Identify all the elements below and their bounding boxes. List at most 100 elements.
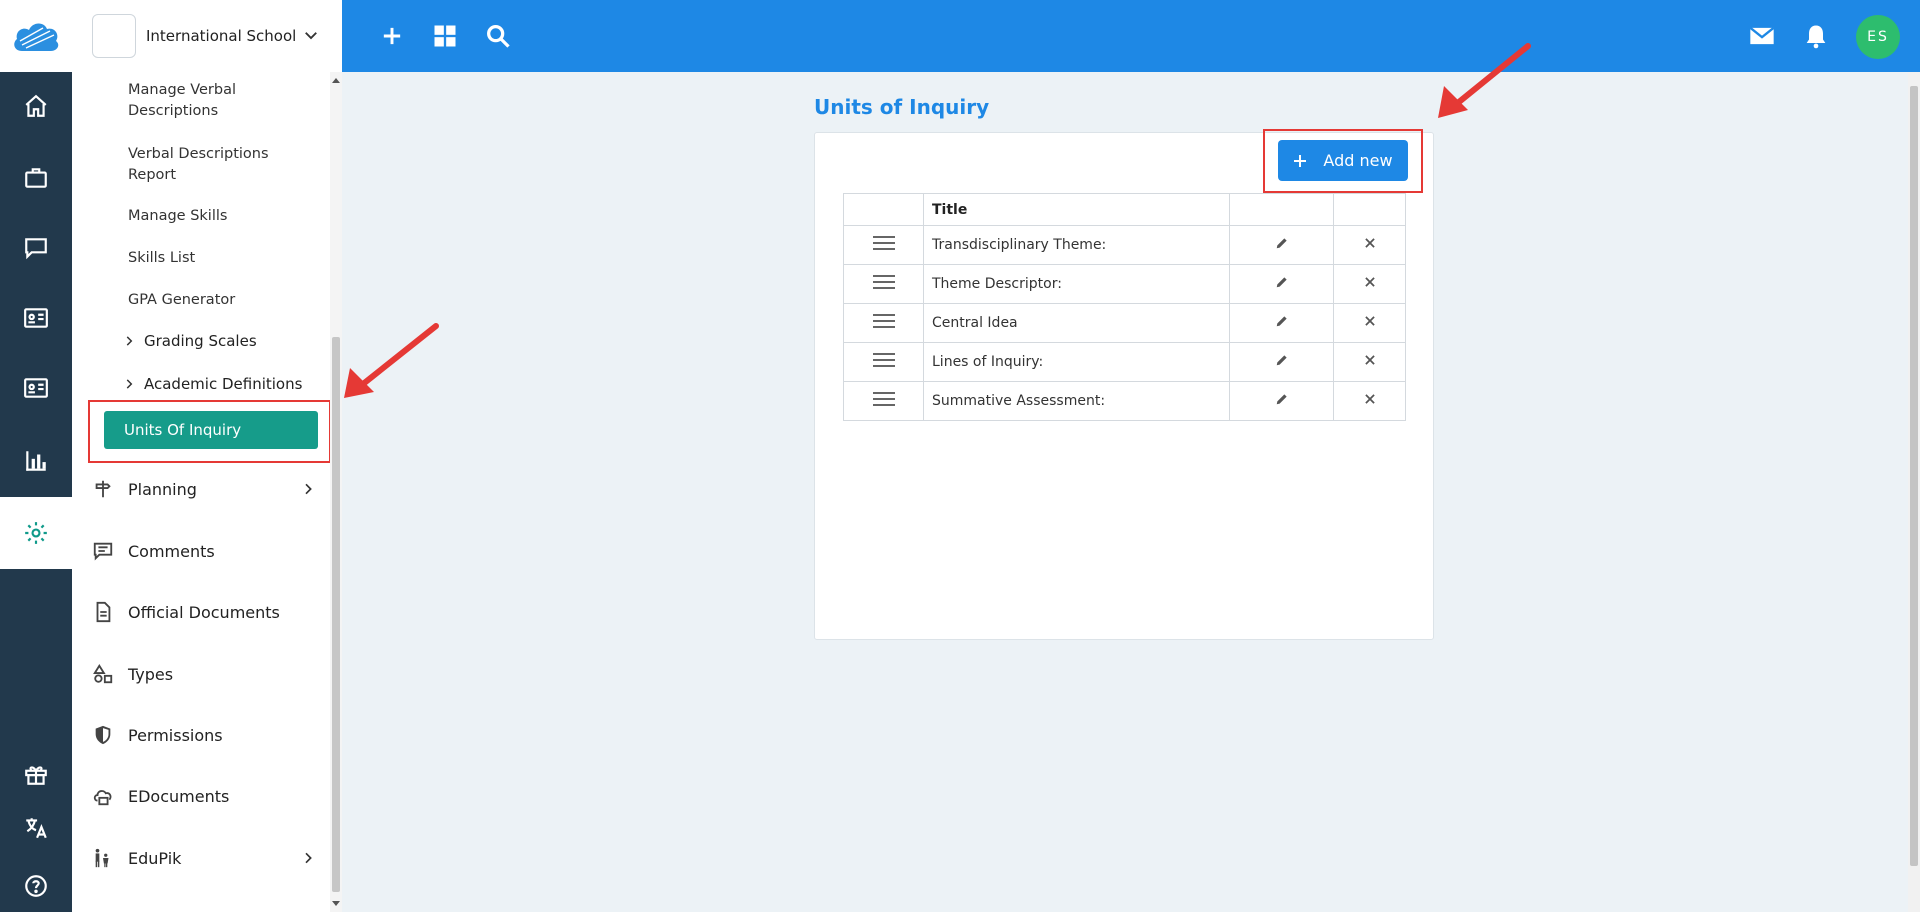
- sidebar-scrollbar[interactable]: [330, 72, 342, 912]
- drag-handle-cell[interactable]: [843, 303, 924, 343]
- edit-cell[interactable]: [1229, 303, 1334, 343]
- drag-handle-cell[interactable]: [843, 381, 924, 421]
- drag-handle-cell[interactable]: [843, 225, 924, 265]
- school-logo-placeholder: [92, 14, 136, 58]
- sidebar-item-gpa-generator[interactable]: GPA Generator: [128, 290, 298, 311]
- chat-icon: [25, 238, 47, 260]
- table-row: Transdisciplinary Theme:: [843, 225, 1406, 265]
- delete-cell[interactable]: [1333, 303, 1406, 343]
- row-title: Theme Descriptor:: [923, 264, 1230, 304]
- drag-handle-icon[interactable]: [872, 352, 895, 368]
- header-handle-cell: [843, 193, 924, 226]
- table-row: Central Idea: [843, 303, 1406, 343]
- sidebar-item-permissions[interactable]: Permissions: [92, 720, 332, 750]
- row-title: Lines of Inquiry:: [923, 342, 1230, 382]
- edit-cell[interactable]: [1229, 342, 1334, 382]
- sidebar-group-academic-definitions[interactable]: Academic Definitions: [122, 375, 302, 393]
- briefcase-icon: [25, 168, 47, 188]
- add-icon[interactable]: [378, 22, 406, 50]
- messages-button[interactable]: [0, 220, 72, 276]
- pencil-icon[interactable]: [1275, 314, 1289, 328]
- sidebar-item-skills-list[interactable]: Skills List: [128, 248, 298, 269]
- mail-icon[interactable]: [1748, 22, 1776, 50]
- table-header-row: Title: [843, 193, 1406, 226]
- drag-handle-icon[interactable]: [872, 391, 895, 407]
- id-card-icon: [24, 308, 48, 328]
- sidebar-item-label: Types: [128, 664, 174, 684]
- signpost-icon: [95, 480, 111, 498]
- shapes-icon: [93, 664, 113, 684]
- sidebar-item-verbal-descriptions-report[interactable]: Verbal Descriptions Report: [128, 144, 298, 186]
- sidebar: International School Manage Verbal Descr…: [72, 0, 342, 912]
- close-icon[interactable]: [1363, 353, 1377, 367]
- scrollbar-thumb[interactable]: [1910, 86, 1918, 866]
- sidebar-group-grading-scales[interactable]: Grading Scales: [122, 332, 257, 350]
- drag-handle-icon[interactable]: [872, 313, 895, 329]
- profile-card-icon: [24, 378, 48, 398]
- sidebar-item-types[interactable]: Types: [92, 659, 332, 689]
- delete-cell[interactable]: [1333, 381, 1406, 421]
- drag-handle-icon[interactable]: [872, 235, 895, 251]
- home-button[interactable]: [0, 78, 72, 134]
- document-icon: [96, 601, 111, 623]
- help-icon: [25, 875, 47, 897]
- header-title-cell: Title: [923, 193, 1230, 226]
- school-selector[interactable]: International School: [72, 0, 342, 72]
- bar-chart-icon: [26, 451, 46, 471]
- units-table: Title Transdisciplinary Theme: Theme Desc…: [843, 193, 1406, 421]
- sidebar-item-edocuments[interactable]: EDocuments: [92, 781, 332, 811]
- highlight-box-add-new: [1263, 129, 1423, 193]
- search-icon[interactable]: [484, 22, 512, 50]
- sidebar-item-manage-skills[interactable]: Manage Skills: [128, 206, 298, 227]
- chevron-right-icon: [305, 852, 312, 864]
- gift-icon: [25, 766, 47, 785]
- sidebar-item-manage-verbal-descriptions[interactable]: Manage Verbal Descriptions: [128, 80, 298, 122]
- delete-cell[interactable]: [1333, 264, 1406, 304]
- language-button[interactable]: [0, 800, 72, 856]
- main-scrollbar[interactable]: [1908, 72, 1920, 912]
- delete-cell[interactable]: [1333, 342, 1406, 382]
- gift-button[interactable]: [0, 746, 72, 802]
- scroll-down-arrow[interactable]: [332, 901, 340, 906]
- bell-icon[interactable]: [1802, 22, 1830, 50]
- edit-cell[interactable]: [1229, 381, 1334, 421]
- help-button[interactable]: [0, 858, 72, 912]
- close-icon[interactable]: [1363, 314, 1377, 328]
- settings-button[interactable]: [0, 497, 72, 569]
- id-card-button[interactable]: [0, 290, 72, 346]
- sidebar-group-label: Academic Definitions: [144, 375, 303, 393]
- sidebar-item-label: EDocuments: [128, 786, 230, 806]
- grid-icon[interactable]: [431, 22, 459, 50]
- profile-card-button[interactable]: [0, 360, 72, 416]
- sidebar-item-official-documents[interactable]: Official Documents: [92, 597, 332, 627]
- scroll-up-arrow[interactable]: [332, 78, 340, 83]
- reports-button[interactable]: [0, 433, 72, 489]
- close-icon[interactable]: [1363, 392, 1377, 406]
- cloud-print-icon: [93, 790, 112, 806]
- pencil-icon[interactable]: [1275, 275, 1289, 289]
- school-name: International School: [146, 27, 297, 45]
- app-logo[interactable]: [0, 0, 72, 72]
- drag-handle-cell[interactable]: [843, 264, 924, 304]
- sidebar-item-planning[interactable]: Planning: [92, 474, 332, 504]
- edit-cell[interactable]: [1229, 225, 1334, 265]
- delete-cell[interactable]: [1333, 225, 1406, 265]
- drag-handle-icon[interactable]: [872, 274, 895, 290]
- sidebar-item-comments[interactable]: Comments: [92, 536, 332, 566]
- user-avatar[interactable]: ES: [1856, 15, 1900, 59]
- sidebar-item-edupik[interactable]: EduPik: [92, 843, 332, 873]
- drag-handle-cell[interactable]: [843, 342, 924, 382]
- briefcase-button[interactable]: [0, 150, 72, 206]
- scrollbar-thumb[interactable]: [332, 337, 340, 892]
- pencil-icon[interactable]: [1275, 236, 1289, 250]
- table-row: Summative Assessment:: [843, 381, 1406, 421]
- close-icon[interactable]: [1363, 236, 1377, 250]
- translate-icon: [26, 818, 47, 839]
- close-icon[interactable]: [1363, 275, 1377, 289]
- pencil-icon[interactable]: [1275, 353, 1289, 367]
- table-row: Lines of Inquiry:: [843, 342, 1406, 382]
- row-title: Transdisciplinary Theme:: [923, 225, 1230, 265]
- sidebar-item-label: Official Documents: [128, 602, 280, 622]
- pencil-icon[interactable]: [1275, 392, 1289, 406]
- edit-cell[interactable]: [1229, 264, 1334, 304]
